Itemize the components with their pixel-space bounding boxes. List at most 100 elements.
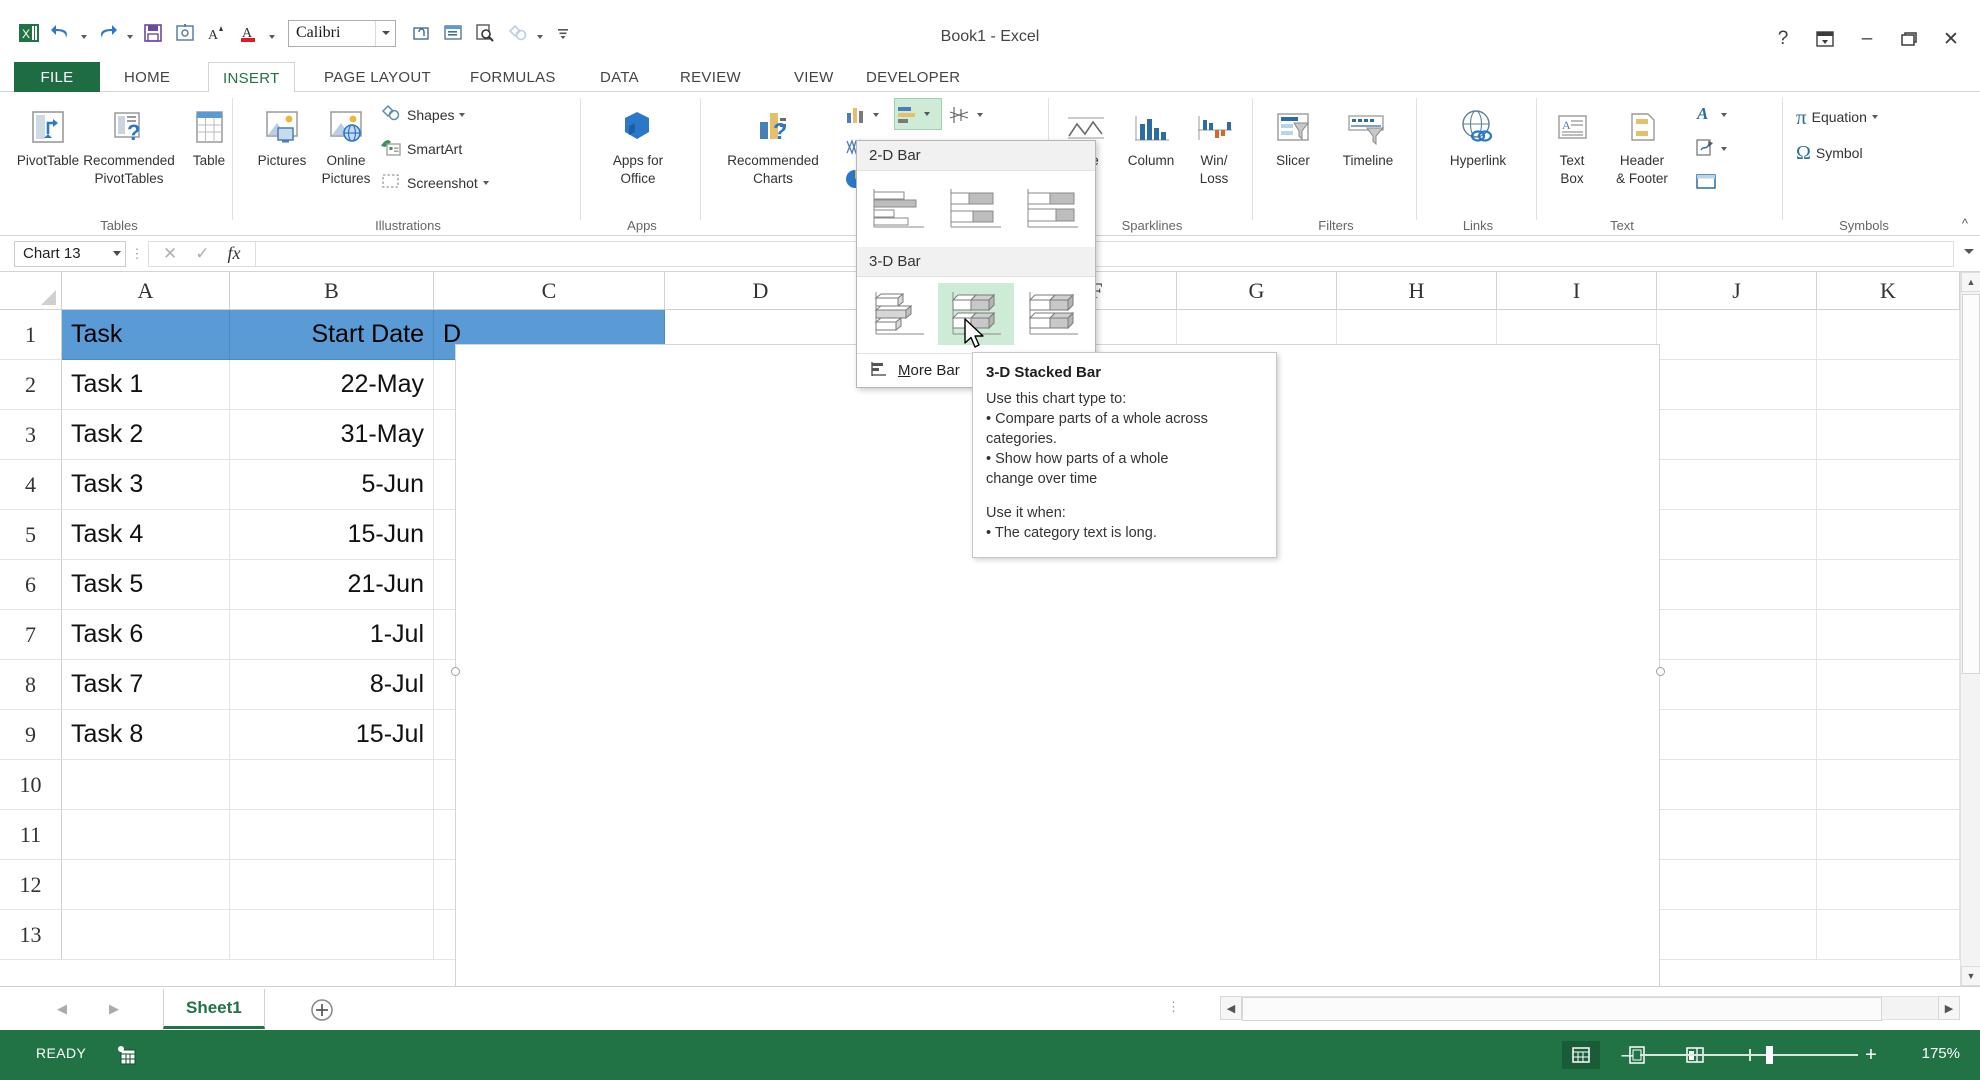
cell-b7[interactable]: 1-Jul xyxy=(230,610,434,660)
cell-k13[interactable] xyxy=(1817,910,1960,960)
zoom-slider-thumb[interactable] xyxy=(1766,1046,1774,1064)
cell-k11[interactable] xyxy=(1817,810,1960,860)
tab-review[interactable]: REVIEW xyxy=(666,62,755,92)
gallery-item-stacked-bar[interactable] xyxy=(938,177,1015,239)
cell-b11[interactable] xyxy=(230,810,434,860)
cell-j10[interactable] xyxy=(1657,760,1817,810)
cell-a6[interactable]: Task 5 xyxy=(62,560,230,610)
signature-line-button[interactable] xyxy=(1694,136,1727,162)
cell-j13[interactable] xyxy=(1657,910,1817,960)
cell-b9[interactable]: 15-Jul xyxy=(230,710,434,760)
cancel-formula-button[interactable]: ✕ xyxy=(163,244,177,264)
cell-b12[interactable] xyxy=(230,860,434,910)
add-sheet-button[interactable] xyxy=(310,998,334,1022)
cell-k12[interactable] xyxy=(1817,860,1960,910)
cell-k1[interactable] xyxy=(1817,310,1960,360)
shapes-dropdown-caret-icon[interactable] xyxy=(459,113,466,117)
column-header-d[interactable]: D xyxy=(665,272,857,310)
select-all-corner[interactable] xyxy=(0,272,62,310)
hscroll-left-button[interactable]: ◀ xyxy=(1220,996,1242,1020)
cell-j7[interactable] xyxy=(1657,610,1817,660)
cell-b1[interactable]: Start Date xyxy=(230,310,434,360)
column-header-i[interactable]: I xyxy=(1497,272,1657,310)
tab-insert[interactable]: INSERT xyxy=(208,62,295,93)
sheet-nav-next[interactable]: ▶ xyxy=(104,999,124,1019)
cell-j5[interactable] xyxy=(1657,510,1817,560)
text-box-button[interactable]: A Text Box xyxy=(1542,102,1602,186)
scroll-up-button[interactable]: ▲ xyxy=(1961,272,1980,292)
sheet-nav-prev[interactable]: ◀ xyxy=(52,999,72,1019)
cell-j1[interactable] xyxy=(1657,310,1817,360)
scroll-down-button[interactable]: ▼ xyxy=(1961,966,1980,986)
zoom-level-label[interactable]: 175% xyxy=(1922,1045,1960,1062)
cell-j11[interactable] xyxy=(1657,810,1817,860)
cell-k5[interactable] xyxy=(1817,510,1960,560)
slicer-button[interactable]: Slicer xyxy=(1258,102,1328,168)
tab-data[interactable]: DATA xyxy=(586,62,653,92)
sheet-tab-split-grip[interactable]: ⋮ xyxy=(1167,999,1180,1015)
row-header-10[interactable]: 10 xyxy=(0,760,62,810)
restore-button[interactable] xyxy=(1890,24,1928,54)
row-header-4[interactable]: 4 xyxy=(0,460,62,510)
cell-b4[interactable]: 5-Jun xyxy=(230,460,434,510)
column-header-c[interactable]: C xyxy=(434,272,665,310)
cell-k2[interactable] xyxy=(1817,360,1960,410)
column-header-g[interactable]: G xyxy=(1177,272,1337,310)
cell-b5[interactable]: 15-Jun xyxy=(230,510,434,560)
horizontal-scrollbar[interactable]: ◀ ▶ xyxy=(1220,995,1960,1021)
row-header-7[interactable]: 7 xyxy=(0,610,62,660)
screenshot-dropdown-caret-icon[interactable] xyxy=(482,181,489,185)
cell-a3[interactable]: Task 2 xyxy=(62,410,230,460)
object-button[interactable] xyxy=(1694,170,1718,196)
cell-a12[interactable] xyxy=(62,860,230,910)
column-header-h[interactable]: H xyxy=(1337,272,1497,310)
row-header-9[interactable]: 9 xyxy=(0,710,62,760)
vertical-scroll-thumb[interactable] xyxy=(1962,294,1980,674)
tab-view[interactable]: VIEW xyxy=(780,62,848,92)
cell-a13[interactable] xyxy=(62,910,230,960)
sparkline-winloss-button[interactable]: Win/ Loss xyxy=(1182,102,1246,186)
cell-k10[interactable] xyxy=(1817,760,1960,810)
row-header-13[interactable]: 13 xyxy=(0,910,62,960)
name-box[interactable]: Chart 13 xyxy=(14,240,126,267)
shapes-button[interactable]: Shapes xyxy=(380,102,466,128)
tab-formulas[interactable]: FORMULAS xyxy=(456,62,570,92)
row-header-12[interactable]: 12 xyxy=(0,860,62,910)
collapse-ribbon-button[interactable]: ^ xyxy=(1962,216,1968,231)
cell-a5[interactable]: Task 4 xyxy=(62,510,230,560)
zoom-out-button[interactable]: – xyxy=(1614,1044,1640,1067)
enter-formula-button[interactable]: ✓ xyxy=(195,244,209,264)
wordart-button[interactable]: A xyxy=(1694,102,1727,128)
row-header-2[interactable]: 2 xyxy=(0,360,62,410)
column-chart-button[interactable] xyxy=(844,100,890,130)
cell-b8[interactable]: 8-Jul xyxy=(230,660,434,710)
tab-page-layout[interactable]: PAGE LAYOUT xyxy=(310,62,445,92)
column-header-k[interactable]: K xyxy=(1817,272,1960,310)
gallery-item-3d-clustered-bar[interactable] xyxy=(861,283,938,345)
horizontal-scroll-thumb[interactable] xyxy=(1242,997,1882,1021)
cell-j8[interactable] xyxy=(1657,660,1817,710)
cell-b3[interactable]: 31-May xyxy=(230,410,434,460)
cell-j2[interactable] xyxy=(1657,360,1817,410)
chart-handle-right[interactable] xyxy=(1656,667,1665,676)
sheet-tab-sheet1[interactable]: Sheet1 xyxy=(163,989,265,1029)
equation-button[interactable]: π Equation xyxy=(1796,104,1878,130)
close-button[interactable]: ✕ xyxy=(1932,24,1970,54)
zoom-in-button[interactable]: + xyxy=(1858,1044,1884,1067)
symbol-button[interactable]: Ω Symbol xyxy=(1796,140,1863,166)
hscroll-trough[interactable] xyxy=(1242,996,1938,1021)
minimize-button[interactable]: – xyxy=(1848,24,1886,54)
chart-handle-left[interactable] xyxy=(451,667,460,676)
stock-chart-button[interactable] xyxy=(948,100,994,130)
tab-home[interactable]: HOME xyxy=(110,62,184,92)
row-header-5[interactable]: 5 xyxy=(0,510,62,560)
pivottable-button[interactable]: PivotTable xyxy=(10,102,86,168)
cell-j3[interactable] xyxy=(1657,410,1817,460)
cell-a11[interactable] xyxy=(62,810,230,860)
cell-a10[interactable] xyxy=(62,760,230,810)
gallery-item-3d-100-percent-stacked-bar[interactable] xyxy=(1014,283,1091,345)
recommended-charts-button[interactable]: ? Recommended Charts xyxy=(712,102,834,186)
cell-a9[interactable]: Task 8 xyxy=(62,710,230,760)
recommended-pivottables-button[interactable]: ? Recommended PivotTables xyxy=(80,102,178,186)
row-header-8[interactable]: 8 xyxy=(0,660,62,710)
